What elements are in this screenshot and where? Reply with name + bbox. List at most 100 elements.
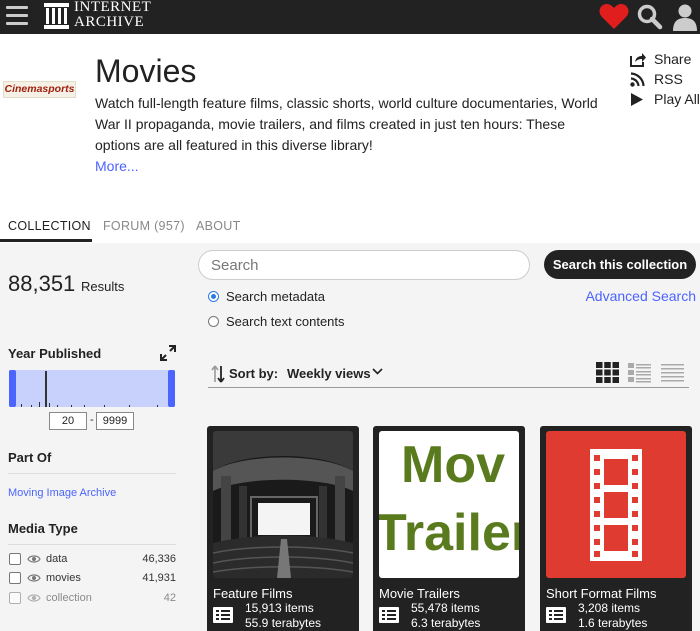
media-type-label: data — [46, 553, 68, 565]
search-metadata-radio[interactable] — [208, 291, 219, 302]
facet-sidebar: 88,351 Results Year Published 20 - 9999 … — [0, 243, 196, 631]
search-collection-button[interactable]: Search this collection — [544, 250, 696, 279]
rss-icon — [630, 72, 645, 87]
year-range-separator: - — [90, 414, 94, 426]
page-title: Movies — [95, 53, 197, 89]
collection-list-icon — [546, 607, 566, 623]
grid-view-icon[interactable] — [596, 362, 619, 383]
logo-text-archive: ARCHIVE — [74, 14, 145, 30]
year-histogram[interactable] — [9, 370, 175, 407]
collection-main: Search this collection Search metadata S… — [196, 243, 700, 631]
film-strip-icon — [590, 449, 642, 561]
histogram-bar — [57, 405, 58, 407]
facet-divider — [8, 473, 176, 474]
facet-title-year: Year Published — [8, 346, 102, 361]
year-to-input[interactable]: 9999 — [96, 412, 134, 430]
eye-icon[interactable] — [27, 593, 41, 603]
media-type-count: 41,931 — [142, 572, 176, 584]
part-of-link[interactable]: Moving Image Archive — [8, 487, 116, 499]
eye-icon[interactable] — [27, 573, 41, 583]
active-tab-indicator — [0, 239, 92, 242]
search-input[interactable] — [198, 250, 530, 280]
media-type-checkbox[interactable] — [9, 553, 21, 565]
logo-text-internet: INTERNET — [74, 0, 152, 15]
tab-forum[interactable]: FORUM (957) — [103, 219, 185, 233]
media-type-count: 42 — [163, 592, 176, 604]
eye-icon[interactable] — [27, 554, 41, 564]
sort-bar: Sort by: Weekly views — [208, 360, 689, 388]
media-type-label: movies — [46, 572, 81, 584]
media-type-label: collection — [46, 592, 92, 604]
results-label: Results — [81, 279, 125, 294]
range-handle-end[interactable] — [168, 370, 175, 407]
histogram-bar — [49, 403, 50, 407]
histogram-bar — [104, 405, 105, 407]
list-view-icon[interactable] — [628, 362, 651, 383]
card-title: Short Format Films — [546, 586, 657, 601]
media-type-row[interactable]: data 46,336 — [9, 552, 176, 568]
heart-icon[interactable] — [599, 2, 629, 30]
thumbnail-text: Trailer — [379, 504, 519, 562]
top-nav-bar: INTERNET ARCHIVE — [0, 0, 700, 34]
expand-icon[interactable] — [160, 345, 176, 361]
card-item-count: 15,913 items — [245, 601, 314, 615]
year-from-input[interactable]: 20 — [49, 412, 87, 430]
card-size: 6.3 terabytes — [411, 616, 481, 630]
card-title: Movie Trailers — [379, 586, 460, 601]
histogram-bar — [71, 405, 72, 407]
compact-view-icon[interactable] — [661, 362, 684, 383]
tab-about[interactable]: ABOUT — [196, 219, 241, 233]
play-icon — [631, 93, 643, 106]
short-format-films-thumbnail — [546, 431, 686, 578]
movie-trailers-thumbnail: Mov Trailer — [379, 431, 519, 578]
histogram-bar — [157, 405, 158, 407]
user-icon[interactable] — [672, 3, 698, 31]
card-size: 55.9 terabytes — [245, 616, 322, 630]
media-type-count: 46,336 — [142, 553, 176, 565]
card-item-count: 3,208 items — [578, 601, 641, 615]
thumbnail-text: Mov — [401, 436, 505, 494]
facet-divider — [8, 544, 176, 545]
media-type-row[interactable]: movies 41,931 — [9, 571, 176, 587]
facet-title-media-type: Media Type — [8, 521, 78, 536]
card-title: Feature Films — [213, 586, 293, 601]
collection-card-movie-trailers[interactable]: Mov Trailer Movie Trailers 55,478 items … — [373, 426, 525, 631]
hamburger-menu-icon[interactable] — [6, 6, 28, 26]
histogram-bar — [31, 405, 32, 407]
play-all-label: Play All — [654, 91, 700, 107]
collection-tabs: COLLECTION FORUM (957) ABOUT — [0, 217, 700, 243]
temple-logo-icon — [44, 3, 69, 29]
sort-dropdown[interactable]: Weekly views — [287, 366, 371, 381]
search-icon[interactable] — [637, 4, 663, 30]
card-item-count: 55,478 items — [411, 601, 480, 615]
search-text-radio[interactable] — [208, 316, 219, 327]
feature-films-thumbnail — [213, 431, 353, 578]
search-text-label: Search text contents — [226, 314, 345, 329]
histogram-bar — [39, 402, 40, 407]
media-type-checkbox[interactable] — [9, 572, 21, 584]
sort-label: Sort by: — [229, 366, 279, 381]
histogram-bar — [21, 404, 22, 407]
collection-list-icon — [379, 607, 399, 623]
histogram-bar — [45, 371, 47, 407]
collection-logo: Cinemasports — [3, 81, 76, 98]
results-count: 88,351 — [8, 271, 76, 296]
media-type-row[interactable]: collection 42 — [9, 591, 176, 607]
share-icon — [630, 53, 646, 67]
collection-card-feature-films[interactable]: Feature Films 15,913 items 55.9 terabyte… — [207, 426, 359, 631]
range-handle-start[interactable] — [9, 370, 16, 407]
more-link[interactable]: More... — [95, 158, 139, 174]
search-metadata-label: Search metadata — [226, 289, 326, 304]
advanced-search-link[interactable]: Advanced Search — [585, 288, 696, 304]
collection-description: Watch full-length feature films, classic… — [95, 95, 598, 153]
histogram-bar — [129, 405, 130, 407]
internet-archive-logo[interactable]: INTERNET ARCHIVE — [44, 0, 174, 31]
tab-collection[interactable]: COLLECTION — [8, 219, 91, 233]
chevron-down-icon[interactable] — [372, 368, 383, 375]
sort-icon[interactable] — [211, 364, 225, 384]
collection-list-icon — [213, 607, 233, 623]
media-type-checkbox[interactable] — [9, 592, 21, 604]
histogram-bar — [84, 405, 85, 407]
rss-label: RSS — [654, 71, 683, 87]
collection-card-short-format-films[interactable]: Short Format Films 3,208 items 1.6 terab… — [540, 426, 692, 631]
